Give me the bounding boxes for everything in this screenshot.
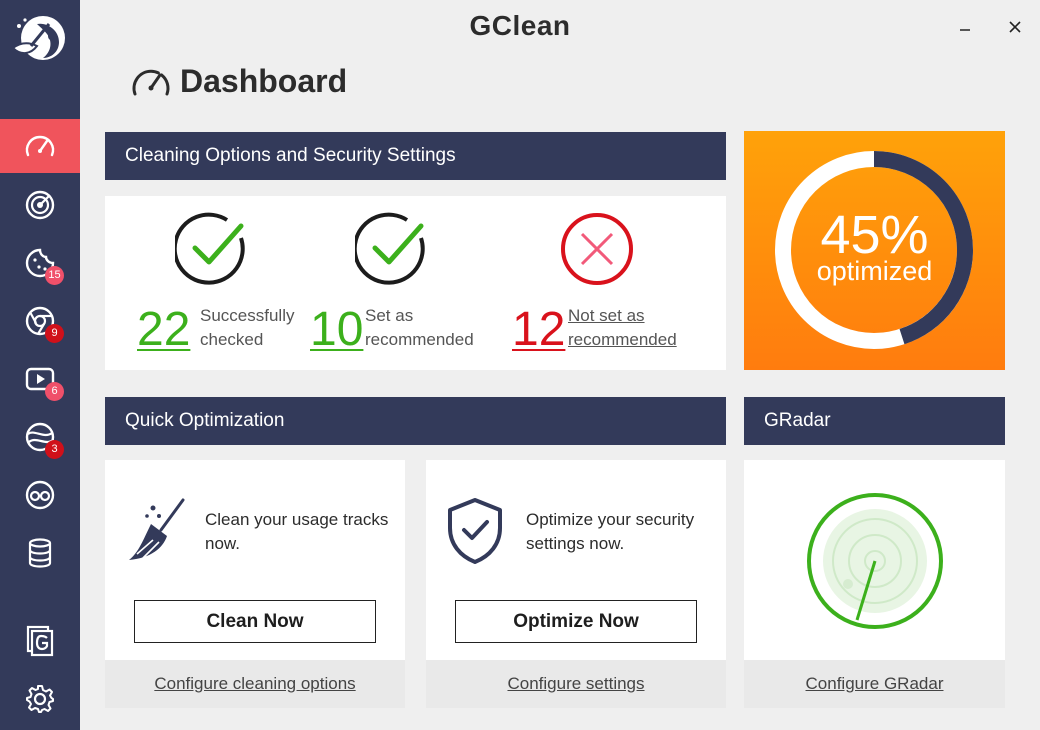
nav-spy[interactable] [0,468,80,522]
check-circle-icon [175,212,245,285]
spy-glasses-icon [25,480,55,510]
minimize-icon [960,29,970,31]
optimize-footer: Configure settings [426,660,726,708]
nav-radar[interactable] [0,178,80,232]
database-icon [28,538,52,568]
clean-now-button[interactable]: Clean Now [134,600,376,643]
broom-icon [129,498,185,560]
nav-settings[interactable] [0,672,80,726]
configure-cleaning-options-link[interactable]: Configure cleaning options [154,674,355,693]
cookies-badge: 15 [45,266,64,285]
recommended-label-line1: Set as [365,306,414,325]
checked-label-line1: Successfully [200,306,295,325]
youtube-badge: 6 [45,382,64,401]
cleaning-options-header: Cleaning Options and Security Settings [105,132,726,180]
gradar-card[interactable] [744,460,1005,660]
app-logo [0,0,80,80]
recommended-label-line2: recommended [365,330,474,349]
gear-icon [26,685,54,713]
gdata-logo-icon [26,625,54,657]
checked-count: 22 [137,303,191,356]
stat-successfully-checked[interactable]: 22 Successfully checked [137,196,317,370]
optimize-now-button[interactable]: Optimize Now [455,600,697,643]
page-heading: Dashboard [128,62,347,100]
not-recommended-label-line1[interactable]: Not set as [568,304,645,328]
nav-gdata[interactable] [0,614,80,668]
browser-badge: 9 [45,324,64,343]
clean-text-line2: now. [205,534,240,553]
gradar-header: GRadar [744,397,1005,445]
speedometer-icon [132,69,170,96]
app-title: GClean [469,10,571,41]
sidebar: 15 9 6 3 [0,0,80,730]
configure-settings-link[interactable]: Configure settings [507,674,644,693]
close-button[interactable] [1000,12,1030,42]
target-icon [25,190,55,220]
page-title: Dashboard [180,62,348,99]
recommended-count: 10 [310,303,364,356]
nav-cookies[interactable]: 15 [0,236,80,290]
optimization-gauge: 45% optimized [744,131,1005,370]
gradar-footer: Configure GRadar [744,660,1005,708]
minimize-button[interactable] [950,12,980,42]
configure-gradar-link[interactable]: Configure GRadar [806,674,944,693]
nav-dashboard[interactable] [0,119,80,173]
nav-youtube[interactable]: 6 [0,352,80,406]
quick-optimization-header: Quick Optimization [105,397,726,445]
nav-database[interactable] [0,526,80,580]
close-icon [1009,21,1021,33]
broom-logo-icon [11,16,65,60]
network-badge: 3 [45,440,64,459]
error-cross-circle-icon [561,213,633,285]
shield-check-icon [448,498,502,564]
not-recommended-count: 12 [512,303,566,356]
optimize-text-line1: Optimize your security [526,510,695,529]
optimize-text-line2: settings now. [526,534,625,553]
not-recommended-label-line2[interactable]: recommended [568,328,677,352]
clean-text-line1: Clean your usage tracks [205,510,389,529]
clean-footer: Configure cleaning options [105,660,405,708]
nav-browser[interactable]: 9 [0,294,80,348]
nav-network[interactable]: 3 [0,410,80,464]
stat-set-as-recommended[interactable]: 10 Set as recommended [310,196,490,370]
radar-icon [807,493,943,629]
speedometer-icon [25,135,55,157]
checked-label-line2: checked [200,330,264,349]
stat-not-set-as-recommended[interactable]: 12 Not set as recommended [512,196,712,370]
optimized-label: optimized [816,256,933,286]
check-circle-icon [355,212,425,285]
